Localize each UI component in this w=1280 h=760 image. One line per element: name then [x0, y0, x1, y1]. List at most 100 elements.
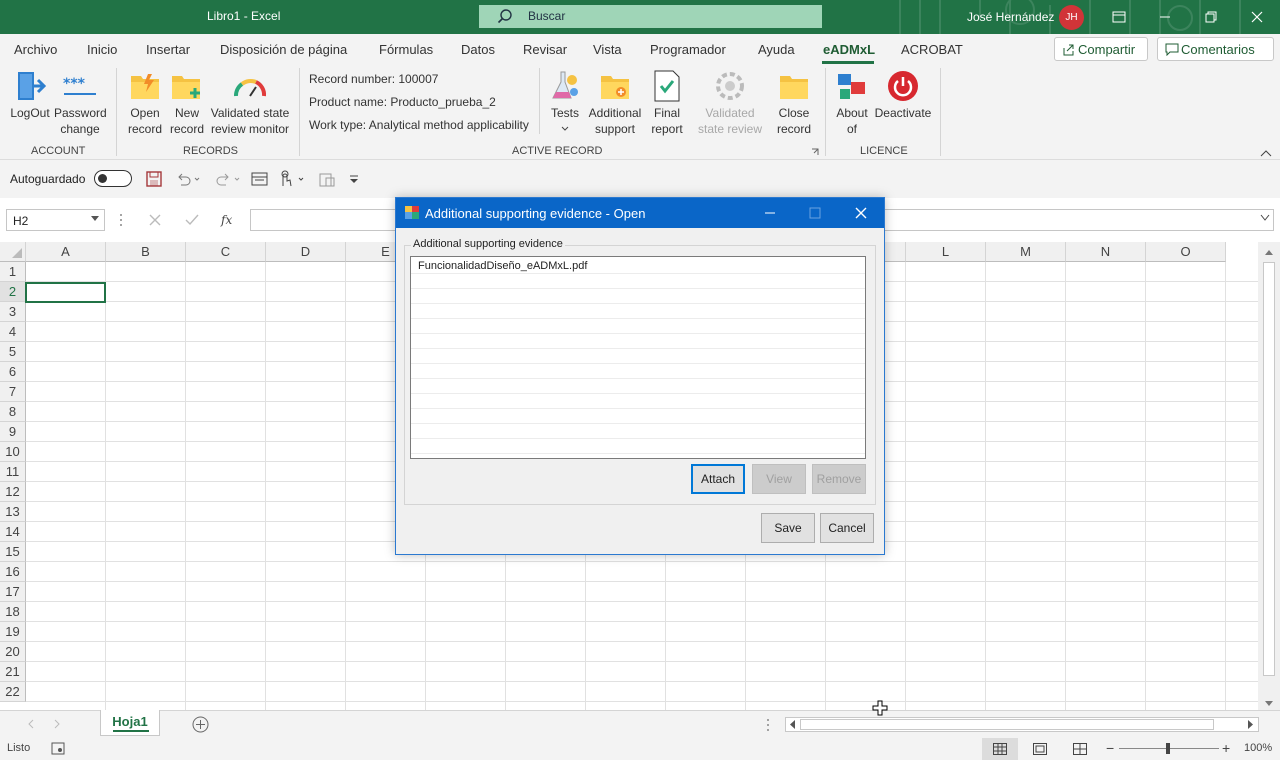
deactivate-button[interactable]: Deactivate	[872, 68, 934, 142]
about-button[interactable]: About of	[832, 68, 872, 142]
validated-state-review-button[interactable]: Validated state review	[695, 68, 765, 142]
close-record-button[interactable]: Close record	[772, 68, 816, 142]
minimize-icon[interactable]	[1153, 5, 1177, 29]
logout-button[interactable]: LogOut	[6, 68, 54, 142]
form-icon[interactable]	[251, 171, 268, 187]
tab-vista[interactable]: Vista	[593, 42, 622, 57]
chevron-down-icon[interactable]	[91, 216, 99, 222]
row-header[interactable]: 15	[0, 542, 26, 562]
user-name[interactable]: José Hernández	[967, 10, 1054, 24]
touch-mode-icon[interactable]	[277, 170, 307, 188]
macro-record-icon[interactable]	[51, 742, 65, 755]
row-header[interactable]: 21	[0, 662, 26, 682]
ribbon-display-icon[interactable]	[1107, 5, 1131, 29]
row-header[interactable]: 14	[0, 522, 26, 542]
dialog-title-bar[interactable]: Additional supporting evidence - Open	[396, 198, 884, 228]
list-item[interactable]: FuncionalidadDiseño_eADMxL.pdf	[411, 259, 865, 274]
cancel-button[interactable]: Cancel	[820, 513, 874, 543]
save-icon[interactable]	[146, 171, 162, 187]
paste-icon[interactable]	[318, 171, 336, 187]
dialog-close-icon[interactable]	[851, 203, 871, 223]
share-button[interactable]: Compartir	[1054, 37, 1148, 61]
sheet-tab[interactable]: Hoja1	[100, 710, 160, 736]
vertical-scroll-thumb[interactable]	[1263, 262, 1275, 676]
tab-eadmxl[interactable]: eADMxL	[823, 42, 875, 57]
prev-sheet-icon[interactable]	[26, 719, 36, 729]
scroll-up-icon[interactable]	[1264, 248, 1274, 256]
row-header[interactable]: 20	[0, 642, 26, 662]
tab-disposicion[interactable]: Disposición de página	[220, 42, 347, 57]
evidence-file-list[interactable]: FuncionalidadDiseño_eADMxL.pdf	[410, 256, 866, 459]
page-layout-icon[interactable]	[1033, 743, 1047, 755]
tab-ayuda[interactable]: Ayuda	[758, 42, 795, 57]
row-header[interactable]: 18	[0, 602, 26, 622]
new-record-button[interactable]: New record	[166, 68, 208, 142]
tab-datos[interactable]: Datos	[461, 42, 495, 57]
redo-icon[interactable]	[214, 171, 242, 187]
row-header[interactable]: 7	[0, 382, 26, 402]
comments-button[interactable]: Comentarios	[1157, 37, 1274, 61]
open-record-button[interactable]: Open record	[124, 68, 166, 142]
row-header[interactable]: 5	[0, 342, 26, 362]
tests-button[interactable]: Tests	[546, 68, 584, 142]
cancel-entry-icon[interactable]	[148, 213, 162, 227]
add-sheet-icon[interactable]	[192, 716, 209, 733]
avatar[interactable]: JH	[1059, 5, 1084, 30]
row-header[interactable]: 13	[0, 502, 26, 522]
tab-archivo[interactable]: Archivo	[14, 42, 57, 57]
additional-support-button[interactable]: Additional support	[585, 68, 645, 142]
normal-view-button[interactable]	[982, 738, 1018, 760]
customize-qat-icon[interactable]	[348, 173, 360, 185]
selected-cell[interactable]	[25, 282, 106, 303]
scroll-left-icon[interactable]	[789, 720, 796, 729]
view-button[interactable]: View	[752, 464, 806, 494]
dialog-launcher-icon[interactable]	[811, 148, 819, 156]
row-header[interactable]: 3	[0, 302, 26, 322]
tab-revisar[interactable]: Revisar	[523, 42, 567, 57]
zoom-out-icon[interactable]: −	[1106, 740, 1114, 756]
search-box[interactable]: Buscar	[479, 5, 822, 28]
tab-formulas[interactable]: Fórmulas	[379, 42, 433, 57]
save-button[interactable]: Save	[761, 513, 815, 543]
column-header[interactable]: O	[1146, 242, 1226, 262]
select-all-corner[interactable]	[0, 242, 26, 262]
vsr-monitor-button[interactable]: Validated state review monitor	[208, 68, 292, 142]
password-change-button[interactable]: *** Password change	[54, 68, 107, 142]
restore-icon[interactable]	[1199, 5, 1223, 29]
expand-formula-icon[interactable]	[1260, 214, 1270, 222]
row-header[interactable]: 9	[0, 422, 26, 442]
row-header[interactable]: 6	[0, 362, 26, 382]
row-header[interactable]: 10	[0, 442, 26, 462]
row-header[interactable]: 2	[0, 282, 26, 302]
autosave-toggle[interactable]	[94, 170, 132, 187]
column-header[interactable]: L	[906, 242, 986, 262]
undo-icon[interactable]	[175, 171, 201, 187]
scroll-down-icon[interactable]	[1264, 700, 1274, 708]
dialog-minimize-icon[interactable]	[760, 203, 780, 223]
confirm-entry-icon[interactable]	[184, 213, 200, 227]
column-header[interactable]: B	[106, 242, 186, 262]
column-header[interactable]: M	[986, 242, 1066, 262]
close-icon[interactable]	[1245, 5, 1269, 29]
tab-acrobat[interactable]: ACROBAT	[901, 42, 963, 57]
next-sheet-icon[interactable]	[52, 719, 62, 729]
row-header[interactable]: 17	[0, 582, 26, 602]
zoom-level[interactable]: 100%	[1244, 742, 1272, 754]
tab-inicio[interactable]: Inicio	[87, 42, 117, 57]
tab-programador[interactable]: Programador	[650, 42, 726, 57]
column-header[interactable]: A	[26, 242, 106, 262]
row-header[interactable]: 16	[0, 562, 26, 582]
horizontal-scrollbar[interactable]	[785, 717, 1259, 732]
column-header[interactable]: C	[186, 242, 266, 262]
row-header[interactable]: 8	[0, 402, 26, 422]
page-break-icon[interactable]	[1073, 743, 1087, 755]
row-header[interactable]: 1	[0, 262, 26, 282]
attach-button[interactable]: Attach	[691, 464, 745, 494]
row-header[interactable]: 11	[0, 462, 26, 482]
column-header[interactable]: D	[266, 242, 346, 262]
row-header[interactable]: 19	[0, 622, 26, 642]
column-header[interactable]: N	[1066, 242, 1146, 262]
row-header[interactable]: 12	[0, 482, 26, 502]
final-report-button[interactable]: Final report	[646, 68, 688, 142]
dialog-maximize-icon[interactable]	[805, 203, 825, 223]
